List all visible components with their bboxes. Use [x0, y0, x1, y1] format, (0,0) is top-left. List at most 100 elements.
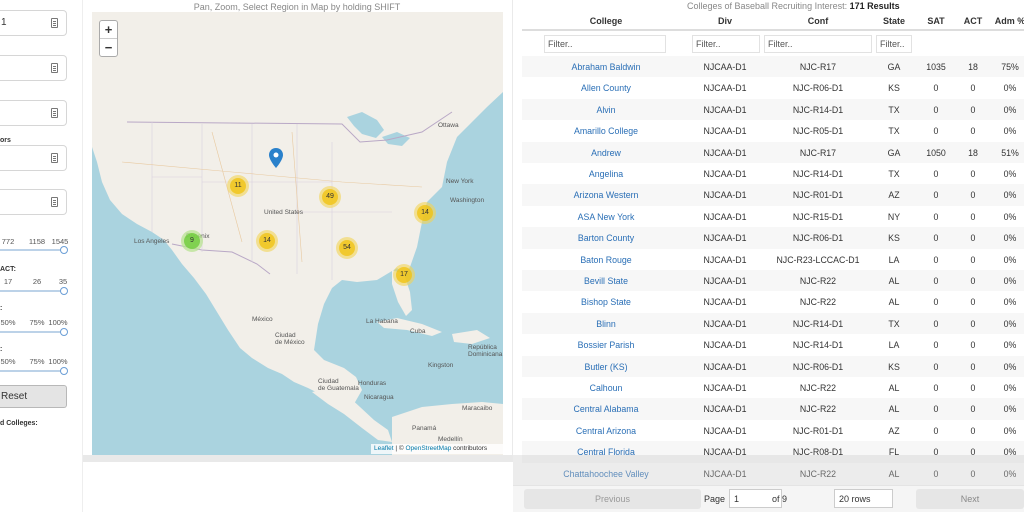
cell-college[interactable]: Bossier Parish — [522, 340, 690, 350]
pct-slider-2[interactable] — [0, 367, 68, 375]
reset-button[interactable]: Reset — [0, 385, 67, 408]
calendar-icon[interactable] — [51, 18, 58, 28]
col-header-conf[interactable]: Conf — [762, 16, 874, 26]
cell-sat: 0 — [933, 318, 939, 329]
cell-college[interactable]: Central Arizona — [522, 426, 690, 436]
table-row[interactable]: Bevill State NJCAA-D1 NJC-R22 AL 0 0 0% — [522, 270, 1024, 292]
filter-conf-input[interactable]: Filter.. — [764, 35, 872, 53]
table-row[interactable]: Amarillo College NJCAA-D1 NJC-R05-D1 TX 0 0 0% — [522, 120, 1024, 141]
map-cluster[interactable]: 54 — [336, 237, 358, 259]
filter-college-input[interactable]: Filter.. — [544, 35, 666, 53]
table-row[interactable]: Baton Rouge NJCAA-D1 NJC-R23-LCCAC-D1 LA 0 0 0… — [522, 249, 1024, 270]
calendar-icon[interactable] — [51, 197, 58, 207]
act-slider[interactable] — [0, 287, 68, 295]
previous-button[interactable]: Previous — [524, 489, 701, 509]
col-header-state[interactable]: State — [874, 16, 914, 26]
cell-college[interactable]: Blinn — [522, 319, 690, 329]
cell-college[interactable]: Allen County — [522, 83, 690, 93]
date-field-4[interactable] — [0, 145, 67, 171]
map-view[interactable]: Ottawa New York Washington United States… — [92, 12, 503, 455]
col-header-act[interactable]: ACT — [956, 16, 990, 26]
cell-adm: 0% — [1003, 169, 1017, 179]
cell-college[interactable]: Bishop State — [522, 297, 690, 307]
pct-tick: 50% — [0, 318, 16, 327]
cell-conf: NJC-R01-D1 — [792, 190, 844, 201]
filter-state-input[interactable]: Filter.. — [876, 35, 912, 53]
cell-college[interactable]: Abraham Baldwin — [522, 62, 690, 72]
cell-college[interactable]: Andrew — [522, 148, 690, 158]
slider-handle[interactable] — [60, 287, 68, 295]
filter-div-input[interactable]: Filter.. — [692, 35, 760, 53]
map-marker-icon[interactable] — [269, 148, 283, 168]
sat-slider[interactable] — [0, 246, 68, 254]
cell-college[interactable]: Calhoun — [522, 383, 690, 393]
cell-college[interactable]: Arizona Western — [522, 190, 690, 200]
table-row[interactable]: Bossier Parish NJCAA-D1 NJC-R14-D1 LA 0 0 0% — [522, 334, 1024, 355]
map-cluster[interactable]: 9 — [181, 230, 203, 252]
act-label: ACT: — [0, 266, 16, 273]
table-row[interactable]: Calhoun NJCAA-D1 NJC-R22 AL 0 0 0% — [522, 377, 1024, 398]
map-footer — [83, 455, 513, 462]
cell-college[interactable]: Alvin — [522, 105, 690, 115]
cell-college[interactable]: ASA New York — [522, 212, 690, 222]
osm-link[interactable]: OpenStreetMap — [405, 445, 451, 452]
cell-college[interactable]: Barton County — [522, 233, 690, 243]
cell-college[interactable]: Baton Rouge — [522, 255, 690, 265]
table-row[interactable]: Butler (KS) NJCAA-D1 NJC-R06-D1 KS 0 0 0% — [522, 355, 1024, 377]
col-header-adm[interactable]: Adm % — [990, 16, 1024, 26]
slider-handle[interactable] — [60, 328, 68, 336]
table-row[interactable]: Abraham Baldwin NJCAA-D1 NJC-R17 GA 1035 18 75… — [522, 56, 1024, 78]
table-row[interactable]: Arizona Western NJCAA-D1 NJC-R01-D1 AZ 0 0 0% — [522, 184, 1024, 206]
calendar-icon[interactable] — [51, 153, 58, 163]
cell-college[interactable]: Bevill State — [522, 276, 690, 286]
calendar-icon[interactable] — [51, 63, 58, 73]
table-row[interactable]: Allen County NJCAA-D1 NJC-R06-D1 KS 0 0 0% — [522, 77, 1024, 98]
cell-college[interactable]: Amarillo College — [522, 126, 690, 136]
date-field-5[interactable] — [0, 189, 67, 215]
date-field-3[interactable] — [0, 100, 67, 126]
cell-adm: 0% — [1003, 211, 1017, 222]
cell-adm: 0% — [1003, 233, 1017, 244]
slider-handle[interactable] — [60, 246, 68, 254]
zoom-out-button[interactable]: − — [100, 39, 117, 57]
cell-sat: 0 — [933, 361, 939, 372]
cell-sat: 0 — [933, 254, 939, 265]
table-row[interactable]: Bishop State NJCAA-D1 NJC-R22 AL 0 0 0% — [522, 291, 1024, 312]
map-cluster[interactable]: 49 — [319, 186, 341, 208]
filter-label-ors: ors — [0, 137, 11, 144]
cell-adm: 0% — [1003, 297, 1017, 308]
cell-college[interactable]: Angelina — [522, 169, 690, 179]
map-cluster[interactable]: 17 — [393, 264, 415, 286]
pct-slider-1[interactable] — [0, 328, 68, 336]
zoom-in-button[interactable]: + — [100, 21, 117, 39]
table-row[interactable]: Alvin NJCAA-D1 NJC-R14-D1 TX 0 0 0% — [522, 98, 1024, 121]
map-cluster[interactable]: 14 — [414, 202, 436, 224]
map-cluster[interactable]: 14 — [256, 230, 278, 252]
cell-state: LA — [888, 340, 900, 351]
table-row[interactable]: Central Alabama NJCAA-D1 NJC-R22 AL 0 0 0% — [522, 398, 1024, 420]
col-header-college[interactable]: College — [522, 16, 690, 26]
date-field-1[interactable]: 1 — [0, 10, 67, 36]
col-header-sat[interactable]: SAT — [918, 16, 954, 26]
col-header-div[interactable]: Div — [690, 16, 760, 26]
table-row[interactable]: Blinn NJCAA-D1 NJC-R14-D1 TX 0 0 0% — [522, 312, 1024, 335]
table-row[interactable]: ASA New York NJCAA-D1 NJC-R15-D1 NY 0 0 0% — [522, 206, 1024, 227]
map-cluster[interactable]: 11 — [227, 175, 249, 197]
cell-college[interactable]: Butler (KS) — [522, 362, 690, 372]
calendar-icon[interactable] — [51, 108, 58, 118]
cell-div: NJCAA-D1 — [703, 254, 747, 265]
leaflet-link[interactable]: Leaflet — [374, 445, 394, 452]
slider-handle[interactable] — [60, 367, 68, 375]
next-button[interactable]: Next — [916, 489, 1024, 509]
table-row[interactable]: Angelina NJCAA-D1 NJC-R14-D1 TX 0 0 0% — [522, 163, 1024, 184]
map-attribution: Leaflet | © OpenStreetMap contributors — [371, 444, 503, 454]
table-row[interactable]: Central Arizona NJCAA-D1 NJC-R01-D1 AZ 0 0 0% — [522, 420, 1024, 441]
map-title: Pan, Zoom, Select Region in Map by holdi… — [193, 2, 401, 12]
cell-college[interactable]: Central Alabama — [522, 404, 690, 414]
date-field-2[interactable] — [0, 55, 67, 81]
cell-sat: 0 — [933, 211, 939, 222]
table-row[interactable]: Barton County NJCAA-D1 NJC-R06-D1 KS 0 0 0% — [522, 227, 1024, 249]
cell-sat: 0 — [933, 425, 939, 436]
rows-per-page-select[interactable]: 20 rows — [834, 489, 893, 508]
table-row[interactable]: Andrew NJCAA-D1 NJC-R17 GA 1050 18 51% — [522, 141, 1024, 163]
